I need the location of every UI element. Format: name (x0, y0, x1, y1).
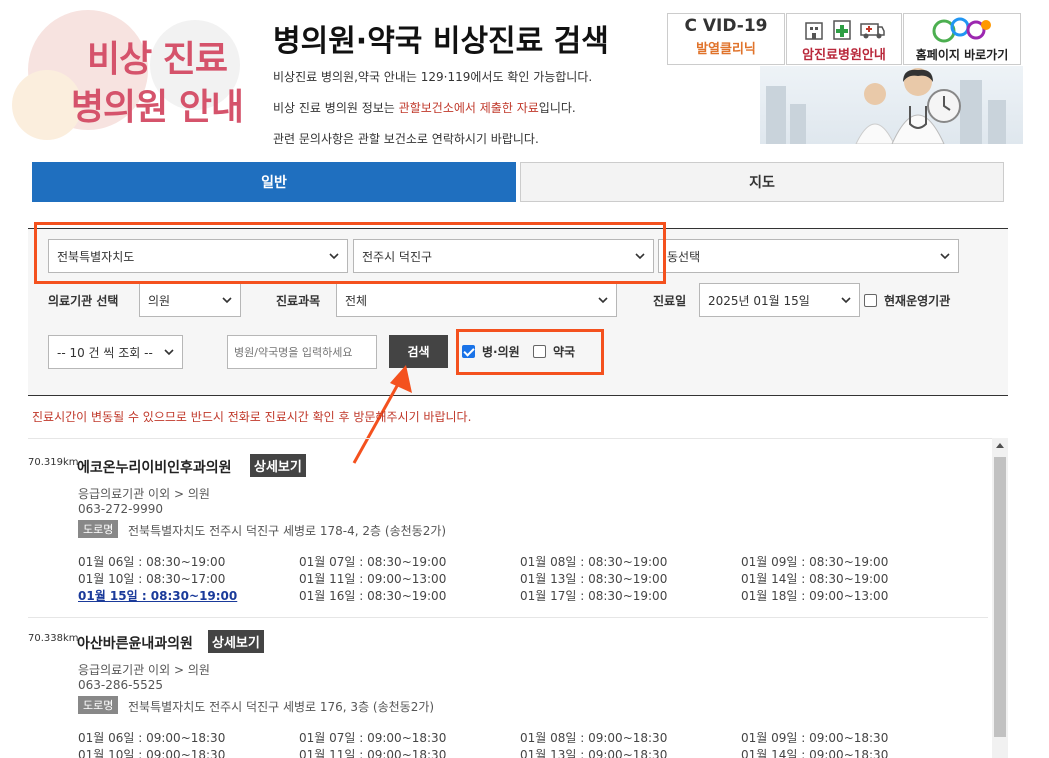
hours-cell: 01월 11일 : 09:00~13:00 (299, 572, 447, 586)
page-size-select[interactable]: -- 10 건 씩 조회 -- (48, 335, 183, 369)
dong-select-value: 동선택 (667, 249, 701, 264)
item-divider (28, 617, 988, 618)
header: 비상 진료 병의원 안내 병의원·약국 비상진료 검색 비상진료 병의원,약국 … (0, 0, 1049, 155)
info-line-highlight: 관할보건소에서 제출한 자료 (398, 101, 539, 115)
hours-cell: 01월 17일 : 08:30~19:00 (520, 589, 668, 603)
highlight-box-type (456, 329, 604, 375)
hospital-building-icon (805, 22, 823, 40)
hours-cell: 01월 09일 : 08:30~19:00 (741, 555, 889, 569)
info-line: 관련 문의사항은 관할 보건소로 연락하시기 바랍니다. (273, 132, 539, 146)
hours-cell: 01월 14일 : 08:30~19:00 (741, 572, 889, 586)
covid-banner-title: C VID-19 (684, 16, 768, 36)
facility-name: 아산바른윤내과의원 (77, 636, 193, 652)
ambulance-icon (860, 23, 885, 39)
hours-cell: 01월 10일 : 08:30~17:00 (78, 572, 226, 586)
doctor-icon (855, 68, 961, 144)
distance: 70.338km (28, 633, 79, 644)
facility-phone: 063-272-9990 (78, 502, 164, 516)
distance: 70.319km (28, 457, 79, 468)
hours-cell: 01월 06일 : 09:00~18:30 (78, 731, 226, 745)
info-line-pre: 비상 진료 병의원 정보는 (273, 101, 399, 115)
notice-text: 진료시간이 변동될 수 있으므로 반드시 전화로 진료시간 확인 후 방문해주시… (32, 410, 472, 424)
chevron-down-icon (222, 297, 232, 304)
chevron-down-icon (164, 349, 174, 356)
department-label: 진료과목 (276, 294, 321, 308)
hours-row: 01월 15일 : 08:30~19:00 01월 16일 : 08:30~19… (78, 587, 978, 604)
homepage-logo-icon (932, 17, 991, 43)
date-label: 진료일 (653, 294, 687, 308)
department-select-value: 전체 (345, 293, 368, 308)
facility-name: 에코온누리이비인후과의원 (77, 460, 232, 476)
page-size-select-value: -- 10 건 씩 조회 -- (57, 345, 153, 360)
open-now-checkbox[interactable] (864, 294, 877, 307)
highlight-box-region (34, 222, 666, 284)
scroll-up-icon[interactable] (996, 443, 1004, 448)
hospital-icons (787, 14, 901, 40)
hours-cell: 01월 08일 : 09:00~18:30 (520, 731, 668, 745)
open-now-label: 현재운영기관 (884, 294, 951, 308)
info-line: 비상진료 병의원,약국 안내는 129·119에서도 확인 가능합니다. (273, 70, 593, 84)
hours-cell-today[interactable]: 01월 15일 : 08:30~19:00 (78, 587, 237, 604)
results-list: 70.319km 에코온누리이비인후과의원 상세보기 응급의료기관 이외 > 의… (28, 438, 1008, 758)
facility-phone: 063-286-5525 (78, 678, 164, 692)
scrollbar-thumb[interactable] (994, 457, 1006, 737)
hours-cell: 01월 10일 : 09:00~18:30 (78, 748, 226, 758)
facility-label: 의료기관 선택 (48, 294, 119, 308)
tab-general[interactable]: 일반 (32, 162, 516, 202)
date-select[interactable]: 2025년 01월 15일 (699, 283, 860, 317)
covid-clinic-banner[interactable]: C VID-19 발열클리닉 (667, 13, 785, 65)
department-select[interactable]: 전체 (336, 283, 617, 317)
chevron-down-icon (940, 253, 950, 260)
logo-line2: 병의원 안내 (70, 87, 244, 128)
page-title: 병의원·약국 비상진료 검색 (273, 24, 609, 59)
homepage-banner[interactable]: 홈페이지 바로가기 (903, 13, 1021, 65)
facility-type: 응급의료기관 이외 > 의원 (78, 487, 210, 501)
facility-select-value: 의원 (148, 293, 171, 308)
road-address-badge: 도로명 (78, 696, 119, 714)
facility-address: 전북특별자치도 전주시 덕진구 세병로 178-4, 2층 (송천동2가) (128, 524, 447, 538)
tab-map[interactable]: 지도 (520, 162, 1004, 202)
logo-line1: 비상 진료 (86, 39, 228, 80)
covid-banner-sub: 발열클리닉 (696, 42, 756, 57)
cancer-hospital-banner[interactable]: 암진료병원안내 (786, 13, 902, 65)
hours-row: 01월 06일 : 09:00~18:30 01월 07일 : 09:00~18… (78, 729, 978, 746)
info-line: 비상 진료 병의원 정보는 관할보건소에서 제출한 자료입니다. (273, 99, 576, 116)
hours-cell: 01월 14일 : 09:00~18:30 (741, 748, 889, 758)
detail-button[interactable]: 상세보기 (250, 454, 306, 477)
facility-address: 전북특별자치도 전주시 덕진구 세병로 176, 3층 (송천동2가) (128, 700, 435, 714)
chevron-down-icon (598, 297, 608, 304)
hours-cell: 01월 09일 : 09:00~18:30 (741, 731, 889, 745)
hours-cell: 01월 07일 : 08:30~19:00 (299, 555, 447, 569)
homepage-banner-label: 홈페이지 바로가기 (915, 48, 1009, 62)
hours-cell: 01월 08일 : 08:30~19:00 (520, 555, 668, 569)
homepage-logo (904, 14, 1020, 43)
cancer-banner-label: 암진료병원안내 (802, 48, 886, 63)
hours-cell: 01월 07일 : 09:00~18:30 (299, 731, 447, 745)
logo: 비상 진료 병의원 안내 (52, 36, 262, 132)
road-address-badge: 도로명 (78, 520, 119, 538)
info-line-post: 입니다. (538, 101, 576, 115)
date-select-value: 2025년 01월 15일 (708, 293, 810, 308)
hours-cell: 01월 18일 : 09:00~13:00 (741, 589, 889, 603)
chevron-down-icon (841, 297, 851, 304)
hours-cell: 01월 11일 : 09:00~18:30 (299, 748, 447, 758)
hours-cell: 01월 06일 : 08:30~19:00 (78, 555, 226, 569)
medicine-cross-icon (833, 20, 851, 40)
facility-select[interactable]: 의원 (139, 283, 241, 317)
facility-type: 응급의료기관 이외 > 의원 (78, 663, 210, 677)
dong-select[interactable]: 동선택 (658, 239, 959, 273)
hours-cell: 01월 13일 : 08:30~19:00 (520, 572, 668, 586)
doctor-photo (760, 66, 1023, 144)
hours-row: 01월 10일 : 08:30~17:00 01월 11일 : 09:00~13… (78, 570, 978, 587)
hours-row: 01월 06일 : 08:30~19:00 01월 07일 : 08:30~19… (78, 553, 978, 570)
hours-cell: 01월 13일 : 09:00~18:30 (520, 748, 668, 758)
hours-row: 01월 10일 : 09:00~18:30 01월 11일 : 09:00~18… (78, 746, 978, 758)
hours-cell: 01월 16일 : 08:30~19:00 (299, 589, 447, 603)
detail-button[interactable]: 상세보기 (208, 630, 264, 653)
